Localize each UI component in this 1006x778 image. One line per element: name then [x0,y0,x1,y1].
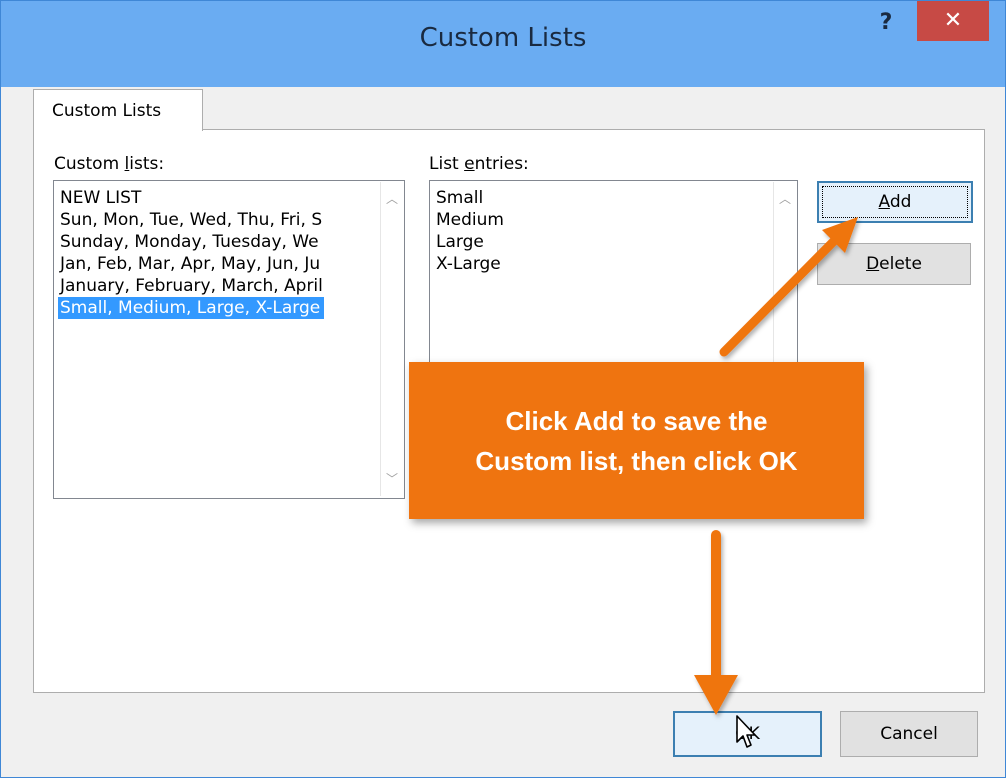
title-bar[interactable]: Custom Lists ? ✕ [1,1,1005,87]
list-item-selected[interactable]: Small, Medium, Large, X-Large [58,297,325,319]
callout-line-2: Custom list, then click OK [475,446,798,476]
scroll-up-icon[interactable]: ︿ [381,188,403,210]
entry-line: Large [436,232,484,252]
delete-button-label: Delete [866,254,922,274]
tab-custom-lists-label: Custom Lists [52,101,162,121]
list-entries-label: List entries: [429,154,529,174]
entry-line: Medium [436,210,504,230]
scroll-up-icon[interactable]: ︿ [774,188,796,210]
list-entries-scrollbar[interactable]: ︿ [773,182,796,362]
close-button[interactable]: ✕ [917,1,989,41]
custom-lists-label: Custom lists: [54,154,165,174]
dialog-title: Custom Lists [419,23,587,53]
custom-lists-scrollbar[interactable]: ︿ ﹀ [380,182,403,496]
list-item[interactable]: January, February, March, April [60,275,323,297]
delete-button[interactable]: Delete [817,243,971,285]
mouse-pointer-icon [736,715,756,748]
list-item[interactable]: Jan, Feb, Mar, Apr, May, Jun, Ju [60,253,320,275]
list-entries-textarea[interactable]: Small Medium Large X-Large ︿ [429,180,798,364]
entry-line: Small [436,188,484,208]
focus-rectangle [822,186,968,218]
custom-lists-listbox[interactable]: NEW LIST Sun, Mon, Tue, Wed, Thu, Fri, S… [53,180,405,499]
add-button[interactable]: Add [817,181,973,223]
cancel-button-label: Cancel [880,724,938,744]
cancel-button[interactable]: Cancel [840,711,978,757]
entry-line: X-Large [436,254,501,274]
tab-custom-lists[interactable]: Custom Lists [33,89,203,131]
scroll-down-icon[interactable]: ﹀ [381,468,403,490]
list-item[interactable]: Sun, Mon, Tue, Wed, Thu, Fri, S [60,209,322,231]
callout-line-1: Click Add to save the [505,406,768,436]
list-item[interactable]: Sunday, Monday, Tuesday, We [60,231,319,253]
help-button[interactable]: ? [871,5,901,41]
list-item[interactable]: NEW LIST [60,187,141,209]
tutorial-callout: Click Add to save the Custom list, then … [409,362,864,519]
